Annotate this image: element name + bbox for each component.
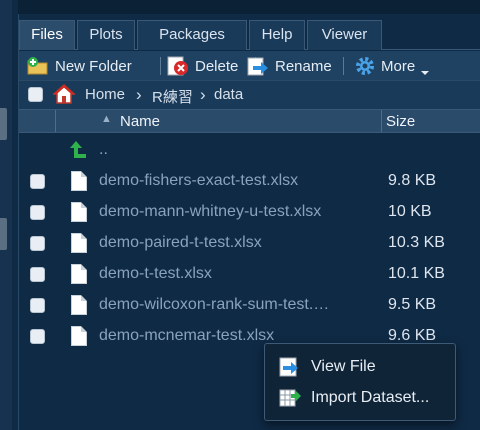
file-size: 9.8 KB [388,172,437,189]
parent-directory-link[interactable]: .. [99,141,379,159]
up-arrow-icon [69,140,87,160]
breadcrumb-home[interactable]: Home [85,86,125,103]
parent-directory-row[interactable]: .. [19,135,480,166]
tab-viewer[interactable]: Viewer [307,20,382,50]
breadcrumb-current-folder: data [214,86,244,103]
gear-icon [355,56,375,76]
import-dataset-menu-item[interactable]: Import Dataset... [265,383,455,413]
file-row[interactable]: demo-fishers-exact-test.xlsx 9.8 KB [19,166,480,197]
size-column-header[interactable]: Size [386,113,415,130]
file-size: 10 KB [388,203,432,220]
files-toolbar: New Folder Delete Rename More [19,51,480,81]
import-dataset-label: Import Dataset... [311,389,430,406]
more-label: More [381,57,416,75]
import-dataset-icon [279,388,301,408]
delete-label: Delete [195,57,239,75]
pane-tab-bar: Files Plots Packages Help Viewer [19,20,480,50]
tab-files[interactable]: Files [19,20,75,50]
column-divider [381,110,382,132]
file-icon [71,233,87,253]
row-checkbox[interactable] [30,298,45,313]
collapsed-pane-tab[interactable] [0,218,7,250]
pane-top-border [18,0,480,14]
file-size: 10.1 KB [388,265,445,282]
file-name-link[interactable]: demo-fishers-exact-test.xlsx [99,172,379,190]
breadcrumb: Home › R練習 › data [19,81,480,109]
more-menu-button[interactable]: More [355,54,430,78]
row-checkbox[interactable] [30,236,45,251]
file-name-link[interactable]: demo-mann-whitney-u-test.xlsx [99,203,379,221]
breadcrumb-folder-r[interactable]: R練習 [152,86,193,107]
breadcrumb-separator: › [200,85,206,104]
left-pane-gutter [0,0,12,430]
file-name-link[interactable]: demo-wilcoxon-rank-sum-test.… [99,296,379,314]
file-context-menu: View File Import Dataset... [264,343,456,421]
tab-help[interactable]: Help [249,20,305,50]
file-row[interactable]: demo-mann-whitney-u-test.xlsx 10 KB [19,197,480,228]
select-all-checkbox[interactable] [28,87,43,102]
file-name-link[interactable]: demo-paired-t-test.xlsx [99,234,379,252]
column-divider [55,110,56,132]
new-folder-icon [27,57,49,75]
file-row[interactable]: demo-t-test.xlsx 10.1 KB [19,259,480,290]
breadcrumb-separator: › [136,85,142,104]
file-row[interactable]: demo-wilcoxon-rank-sum-test.… 9.5 KB [19,290,480,321]
rename-button[interactable]: Rename [247,54,332,78]
home-icon[interactable] [52,83,76,104]
tab-plots[interactable]: Plots [77,20,135,50]
view-file-menu-item[interactable]: View File [265,352,455,382]
file-icon [71,171,87,191]
row-checkbox[interactable] [30,267,45,282]
sort-ascending-icon: ▲ [101,113,112,125]
new-folder-button[interactable]: New Folder [27,54,132,78]
delete-button[interactable]: Delete [159,54,238,78]
file-name-link[interactable]: demo-t-test.xlsx [99,265,379,283]
row-checkbox[interactable] [30,205,45,220]
name-column-header[interactable]: Name [120,113,160,130]
view-file-icon [279,357,301,377]
tab-packages[interactable]: Packages [137,20,247,50]
toolbar-separator [343,57,344,75]
file-icon [71,295,87,315]
row-checkbox[interactable] [30,329,45,344]
file-icon [71,202,87,222]
file-size: 10.3 KB [388,234,445,251]
rename-icon [247,56,269,76]
delete-icon [167,56,189,76]
file-table-header: ▲ Name Size [19,109,480,133]
chevron-down-icon [421,63,430,75]
rename-label: Rename [275,57,332,75]
file-icon [71,326,87,346]
file-size: 9.5 KB [388,296,437,313]
collapsed-pane-tab[interactable] [0,108,7,140]
view-file-label: View File [311,358,376,375]
file-row[interactable]: demo-paired-t-test.xlsx 10.3 KB [19,228,480,259]
file-icon [71,264,87,284]
new-folder-label: New Folder [55,57,132,75]
row-checkbox[interactable] [30,174,45,189]
